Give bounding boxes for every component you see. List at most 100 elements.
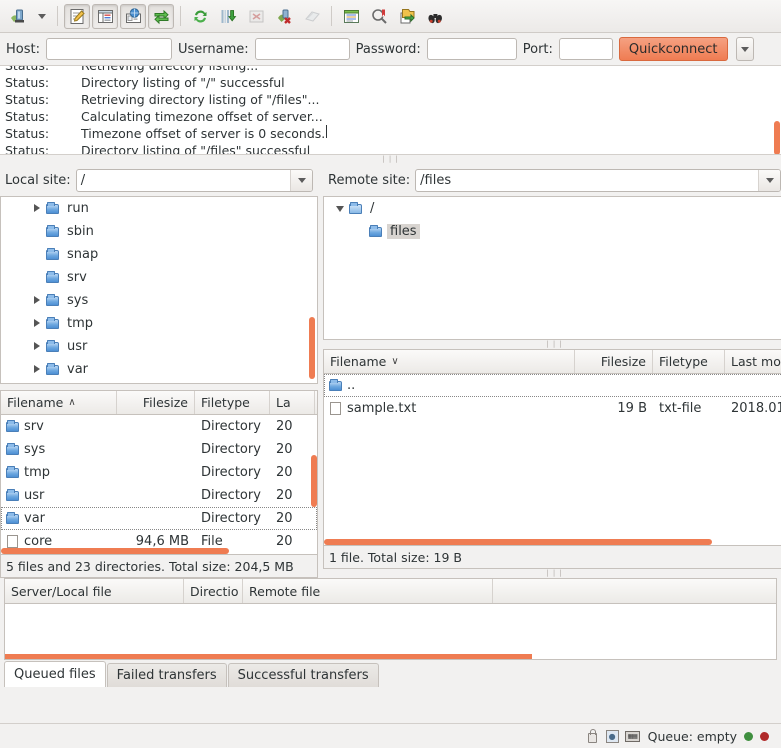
column-header[interactable]: Last moc [725, 350, 781, 373]
message-log-line: Status: Retrieving directory listing of "… [0, 91, 781, 108]
expander-expanded-icon[interactable] [332, 201, 348, 216]
folder-icon [45, 293, 61, 308]
toggle-local-remote-icon[interactable] [120, 3, 146, 29]
local-file-list-horizontal-scrollbar[interactable] [1, 548, 229, 554]
transfer-queue-horizontal-scrollbar[interactable] [5, 654, 532, 659]
filetype-cell-text: Directory [201, 511, 261, 526]
reconnect-icon[interactable] [299, 4, 325, 29]
username-input[interactable] [254, 38, 350, 60]
remote-site-combo[interactable]: /files [415, 168, 781, 192]
column-header-label: La [276, 395, 291, 410]
disconnect-icon[interactable] [271, 4, 297, 29]
local-site-combo[interactable]: / [75, 168, 313, 192]
queue-tab-queued-files[interactable]: Queued files [4, 661, 106, 687]
password-input[interactable] [426, 38, 517, 60]
column-header[interactable]: La [270, 391, 315, 414]
filename-cell-text: core [24, 534, 53, 549]
file-list-row[interactable]: var Directory 20 [1, 507, 317, 530]
local-site-input[interactable]: / [77, 173, 290, 188]
host-input[interactable] [45, 38, 172, 60]
tree-item[interactable]: sys [1, 289, 317, 312]
quickconnect-history-dropdown[interactable] [735, 37, 754, 61]
remote-site-label: Remote site: [328, 172, 411, 188]
tree-item[interactable]: srv [1, 266, 317, 289]
queue-tab-failed-transfers[interactable]: Failed transfers [106, 663, 227, 687]
tree-item[interactable]: sbin [1, 220, 317, 243]
tree-item[interactable]: snap [1, 243, 317, 266]
search-remote-files-icon[interactable] [422, 4, 448, 29]
lastmodified-cell: 20 [270, 442, 315, 457]
file-list-row[interactable]: sample.txt 19 B txt-file 2018.01.0 [324, 397, 781, 420]
process-queue-icon[interactable] [215, 4, 241, 29]
compare-directories-icon[interactable] [366, 4, 392, 29]
queue-column-header[interactable]: Server/Local file [5, 579, 184, 603]
remote-bottom-sizer[interactable]: | | | [323, 569, 781, 578]
sizer-grip: | | | [546, 340, 563, 348]
remote-file-list-horizontal-scrollbar[interactable] [324, 539, 712, 545]
local-directory-tree[interactable]: run sbin snap srv sys tmp usr var [0, 196, 318, 384]
column-header[interactable]: Filetype [195, 391, 270, 414]
tree-item[interactable]: usr [1, 335, 317, 358]
toggle-message-log-icon[interactable] [64, 3, 90, 29]
filename-cell-text: sys [24, 442, 46, 457]
synchronized-browsing-icon[interactable] [394, 4, 420, 29]
column-header[interactable]: Filename ∨ [324, 350, 575, 373]
toggle-transfer-queue-icon[interactable] [148, 3, 174, 29]
expander-collapsed-icon[interactable] [29, 339, 45, 354]
tree-item[interactable]: files [324, 220, 781, 243]
transfer-queue-list[interactable]: Server/Local file Directio Remote file [4, 578, 777, 660]
message-log-vertical-scrollbar[interactable] [774, 121, 780, 154]
file-list-row[interactable]: srv Directory 20 [1, 415, 317, 438]
site-manager-icon[interactable] [5, 4, 31, 29]
port-input[interactable] [558, 38, 613, 60]
toggle-directory-tree-icon[interactable] [92, 3, 118, 29]
tree-item-label: tmp [67, 316, 94, 331]
filter-icon[interactable] [338, 4, 364, 29]
local-file-list[interactable]: Filename ∧ Filesize Filetype La srv Directory… [0, 390, 318, 555]
site-manager-dropdown-icon[interactable] [32, 4, 52, 29]
remote-pane-splitter[interactable]: | | | [323, 340, 781, 349]
file-list-row[interactable]: .. [324, 374, 781, 397]
local-site-row: Local site: / [0, 164, 318, 196]
remote-site-dropdown-icon[interactable] [758, 169, 780, 191]
local-site-dropdown-icon[interactable] [290, 169, 312, 191]
queue-tab-successful-transfers[interactable]: Successful transfers [227, 663, 379, 687]
tree-item[interactable]: / [324, 197, 781, 220]
message-log-sizer[interactable]: | | | [0, 155, 781, 164]
tree-item[interactable]: var [1, 358, 317, 381]
quickconnect-button[interactable]: Quickconnect [618, 37, 728, 61]
tree-item[interactable]: run [1, 197, 317, 220]
queue-column-header[interactable]: Remote file [243, 579, 493, 603]
certificate-icon[interactable]: ● [604, 729, 621, 744]
tree-item[interactable]: tmp [1, 312, 317, 335]
remote-site-input[interactable]: /files [416, 173, 758, 188]
local-site-label: Local site: [5, 172, 71, 188]
remote-directory-tree[interactable]: / files [323, 196, 781, 340]
message-log-prefix: Status: [5, 109, 50, 124]
expander-collapsed-icon[interactable] [29, 362, 45, 377]
expander-collapsed-icon[interactable] [29, 293, 45, 308]
column-header[interactable]: Filesize [117, 391, 195, 414]
folder-icon [45, 362, 61, 377]
cancel-operation-icon[interactable] [243, 4, 269, 29]
file-list-row[interactable]: sys Directory 20 [1, 438, 317, 461]
queue-column-header[interactable]: Directio [184, 579, 243, 603]
expander-collapsed-icon[interactable] [29, 316, 45, 331]
local-file-list-vertical-scrollbar[interactable] [311, 455, 317, 507]
message-log-prefix: Status: [5, 66, 81, 74]
column-header[interactable]: Filetype [653, 350, 725, 373]
expander-collapsed-icon[interactable] [29, 201, 45, 216]
file-list-row[interactable]: usr Directory 20 [1, 484, 317, 507]
message-log-text: Retrieving directory listing... [81, 66, 258, 74]
remote-file-list[interactable]: Filename ∨ Filesize Filetype Last moc .. samp… [323, 349, 781, 546]
local-tree-vertical-scrollbar[interactable] [309, 317, 315, 379]
filetype-cell: File [195, 534, 270, 549]
lastmodified-cell-text: 20 [276, 488, 293, 503]
column-header[interactable]: Filesize [575, 350, 653, 373]
message-log[interactable]: Status:Retrieving directory listing...St… [0, 66, 781, 155]
username-label: Username: [177, 41, 249, 57]
column-header[interactable]: Filename ∧ [1, 391, 117, 414]
refresh-icon[interactable] [187, 4, 213, 29]
transfer-led-red [760, 731, 769, 741]
file-list-row[interactable]: tmp Directory 20 [1, 461, 317, 484]
